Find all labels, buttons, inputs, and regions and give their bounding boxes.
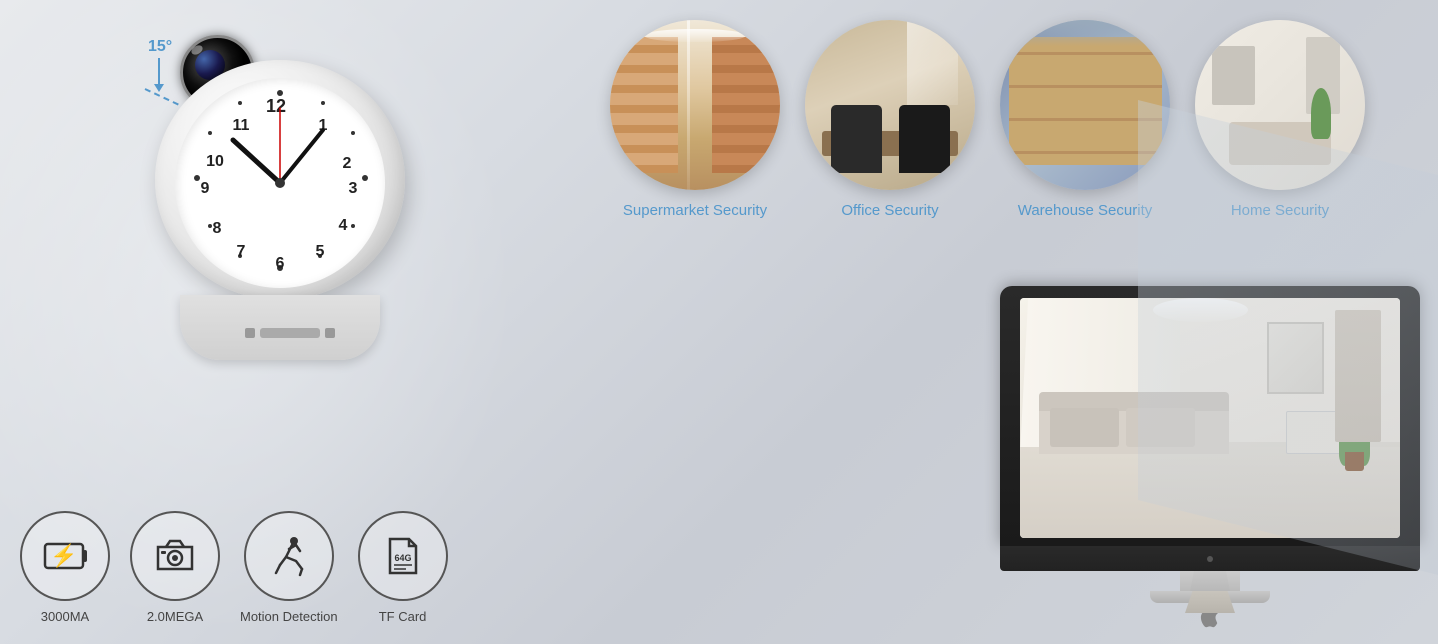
- clock-ports: [260, 328, 320, 338]
- office-image: [805, 20, 975, 190]
- svg-text:12: 12: [266, 96, 286, 116]
- battery-circle: ⚡: [20, 511, 110, 601]
- sdcard-icon: 64G: [378, 531, 428, 581]
- motion-icon: [264, 531, 314, 581]
- svg-text:7: 7: [237, 243, 246, 260]
- monitor-stand: [1180, 571, 1240, 591]
- svg-text:64G: 64G: [394, 553, 411, 563]
- left-section: 15°: [0, 0, 560, 644]
- angle-label: 15°: [148, 38, 172, 56]
- warehouse-label: Warehouse Security: [1018, 202, 1153, 219]
- svg-text:11: 11: [233, 117, 250, 134]
- camera-mega-label: 2.0MEGA: [147, 609, 203, 624]
- features-row: ⚡ 3000MA 2.0MEGA: [20, 511, 448, 624]
- svg-text:⚡: ⚡: [50, 543, 77, 569]
- tfcard-circle: 64G: [358, 511, 448, 601]
- svg-text:8: 8: [213, 220, 222, 237]
- tfcard-label: TF Card: [379, 609, 427, 624]
- clock-base: [180, 295, 380, 360]
- feature-camera: 2.0MEGA: [130, 511, 220, 624]
- feature-battery: ⚡ 3000MA: [20, 511, 110, 624]
- use-case-supermarket: Supermarket Security: [610, 20, 780, 219]
- office-label: Office Security: [841, 202, 938, 219]
- office-circle: [805, 20, 975, 190]
- supermarket-image: [610, 20, 780, 190]
- clock-face: 12 1 2 3 4 5 6 7 8 9 10 11: [175, 78, 385, 288]
- supermarket-circle: [610, 20, 780, 190]
- use-case-office: Office Security: [805, 20, 975, 219]
- clock-svg: 12 1 2 3 4 5 6 7 8 9 10 11: [175, 78, 385, 288]
- camera-circle: [130, 511, 220, 601]
- svg-text:3: 3: [349, 180, 358, 197]
- battery-icon: ⚡: [40, 531, 90, 581]
- monitor-camera-dot: [1207, 556, 1213, 562]
- svg-text:2: 2: [343, 155, 352, 172]
- battery-label: 3000MA: [41, 609, 89, 624]
- camera-icon: [150, 531, 200, 581]
- svg-text:10: 10: [206, 153, 224, 170]
- motion-circle: [244, 511, 334, 601]
- clock-sphere: 12 1 2 3 4 5 6 7 8 9 10 11: [155, 60, 405, 300]
- svg-text:5: 5: [316, 243, 325, 260]
- svg-text:6: 6: [276, 255, 285, 272]
- motion-label: Motion Detection: [240, 609, 338, 624]
- feature-motion: Motion Detection: [240, 511, 338, 624]
- clock-camera-body: 12 1 2 3 4 5 6 7 8 9 10 11: [155, 60, 405, 360]
- svg-text:4: 4: [339, 217, 348, 234]
- supermarket-label: Supermarket Security: [623, 202, 767, 219]
- feature-tfcard: 64G TF Card: [358, 511, 448, 624]
- svg-text:9: 9: [201, 180, 210, 197]
